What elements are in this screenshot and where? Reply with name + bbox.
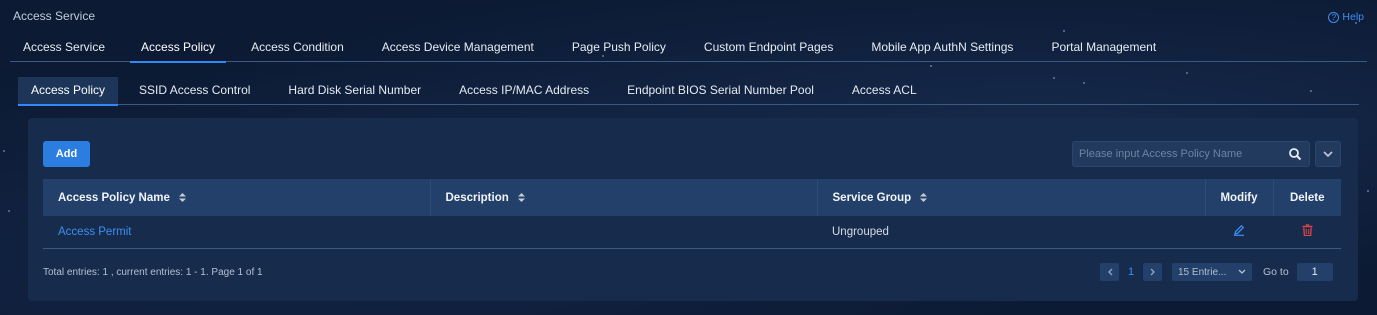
prev-page-button[interactable] — [1100, 263, 1119, 281]
search-icon[interactable] — [1288, 147, 1302, 161]
page-number[interactable]: 1 — [1119, 266, 1143, 278]
column-description-label: Description — [445, 191, 509, 204]
subtab-endpoint-bios-serial-number-pool[interactable]: Endpoint BIOS Serial Number Pool — [627, 77, 814, 105]
main-tab-bar: Access Service Access Policy Access Cond… — [10, 34, 1367, 63]
subtab-access-policy[interactable]: Access Policy — [18, 77, 119, 106]
pencil-icon — [1234, 225, 1245, 237]
column-header-modify: Modify — [1205, 179, 1274, 216]
table-row: Access Permit Ungrouped — [43, 216, 1341, 249]
app-title: Access Service — [13, 9, 96, 23]
tab-access-policy[interactable]: Access Policy — [128, 34, 228, 63]
next-page-button[interactable] — [1143, 263, 1162, 281]
tab-access-device-management[interactable]: Access Device Management — [369, 34, 547, 62]
subtab-access-acl[interactable]: Access ACL — [852, 77, 917, 105]
entries-per-page-value: 15 Entrie... — [1178, 266, 1227, 278]
tab-access-service[interactable]: Access Service — [10, 34, 118, 62]
policy-description — [430, 216, 817, 249]
modify-button[interactable] — [1233, 224, 1245, 239]
column-header-service-group[interactable]: Service Group — [817, 179, 1206, 216]
policy-service-group: Ungrouped — [817, 216, 1205, 249]
search-input[interactable] — [1073, 142, 1283, 166]
search-options-dropdown[interactable] — [1315, 141, 1341, 167]
trash-icon — [1302, 224, 1312, 237]
help-label: Help — [1342, 11, 1364, 23]
tab-custom-endpoint-pages[interactable]: Custom Endpoint Pages — [691, 34, 846, 62]
add-button-label: Add — [55, 148, 78, 160]
subtab-ssid-access-control[interactable]: SSID Access Control — [139, 77, 250, 105]
chevron-right-icon — [1150, 268, 1155, 276]
chevron-down-icon — [1238, 269, 1246, 274]
sub-tab-bar: Access Policy SSID Access Control Hard D… — [18, 77, 1359, 106]
delete-button[interactable] — [1302, 224, 1313, 239]
goto-label: Go to — [1263, 266, 1289, 278]
column-header-description[interactable]: Description — [430, 179, 818, 216]
table-header-row: Access Policy Name Description Service G… — [43, 179, 1341, 216]
help-link[interactable]: ? Help — [1328, 11, 1364, 23]
policy-name-link[interactable]: Access Permit — [58, 226, 132, 238]
subtab-hard-disk-serial-number[interactable]: Hard Disk Serial Number — [288, 77, 421, 105]
pagination-summary: Total entries: 1 , current entries: 1 - … — [43, 267, 263, 278]
chevron-down-icon — [1323, 151, 1333, 158]
tab-mobile-app-authn-settings[interactable]: Mobile App AuthN Settings — [858, 34, 1026, 62]
column-header-name[interactable]: Access Policy Name — [43, 179, 431, 216]
column-service-group-label: Service Group — [832, 191, 912, 204]
add-button[interactable]: Add — [43, 141, 90, 167]
sort-icon[interactable] — [179, 192, 187, 202]
pagination: 1 15 Entrie... Go to — [1100, 263, 1333, 281]
sort-icon[interactable] — [920, 192, 928, 202]
tab-page-push-policy[interactable]: Page Push Policy — [559, 34, 679, 62]
sort-icon[interactable] — [517, 192, 525, 202]
policy-panel: Add Access Policy Name Description — [28, 118, 1358, 301]
access-policy-table: Access Policy Name Description Service G… — [43, 179, 1341, 249]
tab-portal-management[interactable]: Portal Management — [1038, 34, 1169, 62]
column-header-delete: Delete — [1273, 179, 1341, 216]
help-circle-icon: ? — [1328, 11, 1340, 23]
tab-access-condition[interactable]: Access Condition — [238, 34, 357, 62]
chevron-left-icon — [1107, 268, 1112, 276]
column-name-label: Access Policy Name — [58, 191, 170, 204]
entries-per-page-select[interactable]: 15 Entrie... — [1172, 263, 1252, 281]
goto-page-input[interactable] — [1296, 263, 1333, 281]
subtab-access-ip-mac-address[interactable]: Access IP/MAC Address — [459, 77, 589, 105]
search-box — [1072, 141, 1310, 167]
